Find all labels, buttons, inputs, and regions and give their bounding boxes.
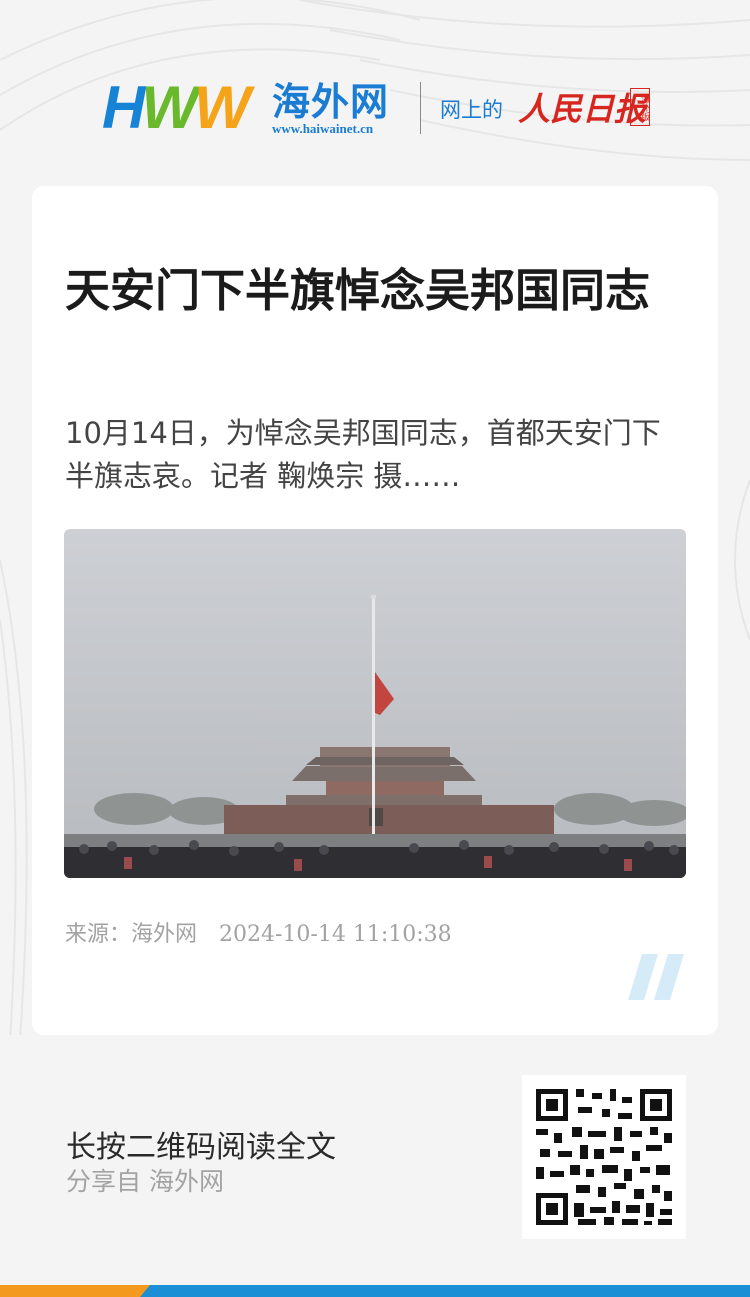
partner-prefix: 网上的: [440, 98, 503, 122]
article-summary: 10月14日，为悼念吴邦国同志，首都天安门下半旗志哀。记者 鞠焕宗 摄……: [65, 416, 661, 493]
qr-read-prompt: 长按二维码阅读全文: [66, 1130, 336, 1165]
share-source: 分享自 海外网: [66, 1167, 224, 1196]
article-card[interactable]: 天安门下半旗悼念吴邦国同志 10月14日，为悼念吴邦国同志，首都天安门下半旗志哀…: [32, 186, 718, 1035]
brand-color-bar: [0, 1285, 750, 1297]
footer-share-panel: 长按二维码阅读全文 分享自 海外网: [0, 1035, 750, 1285]
header-divider: [420, 82, 421, 134]
logo-url: www.haiwainet.cn: [272, 121, 374, 136]
qr-code-graphic: [522, 1075, 686, 1239]
article-title: 天安门下半旗悼念吴邦国同志: [65, 264, 651, 317]
hww-logo[interactable]: HWW: [102, 78, 251, 138]
logo-chinese-name: 海外网: [272, 79, 390, 124]
article-meta: 来源：海外网 2024-10-14 11:10:38: [65, 916, 452, 948]
tiananmen-photo-illustration: [64, 529, 686, 878]
double-slash-quote-icon: [628, 954, 684, 1000]
article-source: 来源：海外网: [65, 922, 198, 947]
partner-logo-name: 人民日报: [518, 90, 647, 128]
logo-letter-w-orange: W: [193, 74, 251, 141]
article-photo[interactable]: [64, 529, 686, 878]
article-datetime: 2024-10-14 11:10:38: [219, 922, 452, 947]
partner-edition-badge: 海外版: [630, 88, 650, 126]
site-header: HWW 海外网 www.haiwainet.cn 网上的 人民日报 海外版: [0, 0, 750, 185]
logo-letter-w-green: W: [141, 74, 198, 141]
logo-letter-h: H: [102, 74, 145, 141]
qr-code-icon[interactable]: [522, 1075, 686, 1239]
partner-edition-badge-text: 海外版: [639, 93, 649, 121]
